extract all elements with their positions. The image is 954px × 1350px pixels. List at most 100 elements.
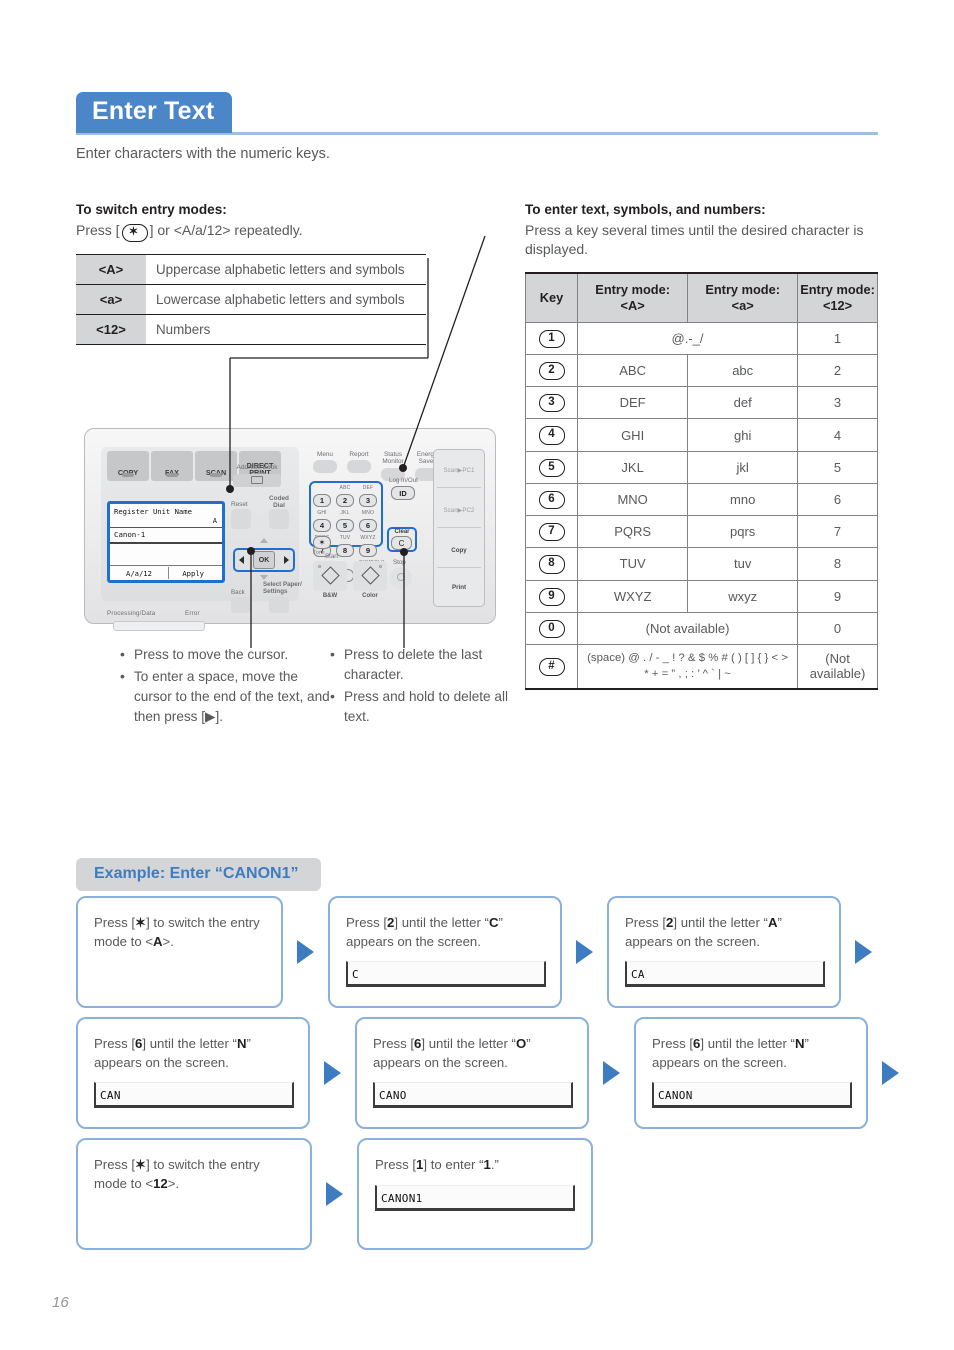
back-button[interactable] xyxy=(231,597,251,613)
control-panel-illustration: COPY FAX SCAN DIRECT PRINT Register Unit… xyxy=(84,414,496,631)
report-button[interactable] xyxy=(347,460,371,474)
scan-pc2-button[interactable]: Scan▶PC2 xyxy=(437,507,481,514)
table-row: 4 GHI ghi 4 xyxy=(525,418,878,452)
mode-tab-copy[interactable]: COPY xyxy=(107,451,149,481)
num-cell: 6 xyxy=(797,482,878,517)
function-button-row: Menu Report Status Monitor Energy Saver xyxy=(313,451,439,481)
num-cell: 8 xyxy=(797,547,878,581)
key-table-head: Key Entry mode: <A> Entry mode: <a> Entry … xyxy=(525,271,878,323)
numpad-key-5[interactable]: 5 xyxy=(336,519,354,532)
numpad-key-3[interactable]: 3 xyxy=(359,494,377,507)
arrow-right-icon[interactable] xyxy=(284,556,289,564)
col-key-l1: Key xyxy=(539,289,564,305)
back-label: Back xyxy=(231,589,245,596)
address-book-label: Address Book xyxy=(236,464,278,471)
numpad-key-star[interactable]: ✶ xyxy=(313,536,331,549)
table-row: <a> Lowercase alphabetic letters and sym… xyxy=(76,284,426,316)
key-1-letters xyxy=(313,485,331,491)
lcd-softkey-left: A/a/12 xyxy=(126,569,152,578)
numpad-key-9[interactable]: 9 xyxy=(359,544,377,557)
lcd-softkey-right: Apply xyxy=(182,569,204,578)
key-cell: 5 xyxy=(525,450,578,484)
example-heading: Example: Enter “CANON1” xyxy=(76,858,321,891)
upper-cell: ABC xyxy=(576,353,689,388)
lower-cell: tuv xyxy=(687,547,799,581)
key-4-letters: GHI xyxy=(317,510,327,516)
error-label: Error xyxy=(185,610,200,617)
arrow-down-icon[interactable] xyxy=(260,575,268,580)
menu-button-group[interactable]: Menu xyxy=(313,451,337,481)
reset-button[interactable] xyxy=(231,509,251,529)
arrow-left-icon[interactable] xyxy=(239,556,244,564)
lower-cell: def xyxy=(687,386,799,420)
numpad-letters-row: ABC DEF xyxy=(313,485,377,491)
stop-button[interactable] xyxy=(390,567,412,589)
lower-cell: jkl xyxy=(687,450,799,484)
upper-lower-cell: @.-_/ xyxy=(576,321,799,355)
menu-button[interactable] xyxy=(313,460,337,474)
key-6-icon: 6 xyxy=(538,490,565,510)
led-indicator xyxy=(166,473,178,477)
report-button-group[interactable]: Report xyxy=(347,451,371,481)
enter-text-symbols-section: To enter text, symbols, and numbers: Pre… xyxy=(525,202,878,690)
intro-text: Enter characters with the numeric keys. xyxy=(76,146,330,162)
address-book-button[interactable] xyxy=(233,474,281,487)
arrow-right-icon xyxy=(603,1061,620,1085)
key-table-body: 1 @.-_/ 1 2 ABC abc 2 3 DEF def 3 4 GHI … xyxy=(525,321,878,690)
start-bw-button[interactable] xyxy=(313,561,347,591)
example-step-2: Press [2] until the letter “C” appears o… xyxy=(328,896,562,1008)
navigation-pad[interactable]: OK xyxy=(233,534,295,582)
start-color-button[interactable] xyxy=(353,561,387,591)
lcd-mode-indicator: A xyxy=(212,517,217,525)
lower-cell: abc xyxy=(687,353,799,388)
mode-desc: Lowercase alphabetic letters and symbols xyxy=(146,284,426,316)
scan-pc1-button[interactable]: Scan▶PC1 xyxy=(437,467,481,474)
table-row: # (space) @ . / - _ ! ? & $ % # ( ) [ ] … xyxy=(525,643,878,690)
key-cell: 0 xyxy=(525,611,578,645)
numpad-key-1[interactable]: 1 xyxy=(313,494,331,507)
step-text: Press [✶] to switch the entry mode to <A… xyxy=(94,915,260,949)
example-row-2: Press [6] until the letter “N” appears o… xyxy=(76,1017,899,1129)
right-section-heading: To enter text, symbols, and numbers: xyxy=(525,202,766,217)
book-icon xyxy=(251,476,263,484)
step-text: Press [1] to enter “1.” xyxy=(375,1157,499,1172)
key-8-icon: 8 xyxy=(538,555,565,574)
coded-dial-button[interactable] xyxy=(269,509,289,529)
example-step-1: Press [✶] to switch the entry mode to <A… xyxy=(76,896,283,1008)
clear-notes: Press to delete the last character. Pres… xyxy=(330,644,520,729)
col-lower-l1: Entry mode: xyxy=(705,281,780,297)
key-hash-icon: # xyxy=(538,657,565,677)
col-lower: Entry mode: <a> xyxy=(687,271,799,323)
clear-button[interactable]: C xyxy=(391,536,412,550)
numpad-key-6[interactable]: 6 xyxy=(359,519,377,532)
arrow-right-icon xyxy=(326,1182,343,1206)
mode-tab-scan[interactable]: SCAN xyxy=(195,451,237,481)
numpad-key-2[interactable]: 2 xyxy=(336,494,354,507)
col-num-l2: <12> xyxy=(822,297,853,313)
mode-tab-fax[interactable]: FAX xyxy=(151,451,193,481)
table-row: 1 @.-_/ 1 xyxy=(525,321,878,355)
arrow-up-icon[interactable] xyxy=(260,538,268,543)
page-title-block: Enter Text xyxy=(76,92,878,135)
col-upper-l1: Entry mode: xyxy=(595,281,670,297)
start-color-label: Color xyxy=(362,593,378,599)
num-cell: 5 xyxy=(797,450,878,484)
table-row: 5 JKL jkl 5 xyxy=(525,450,878,484)
table-row: 3 DEF def 3 xyxy=(525,386,878,420)
status-strip xyxy=(113,621,205,631)
step-screen: CANON1 xyxy=(375,1184,575,1211)
clear-label: Clear xyxy=(394,529,410,535)
col-num: Entry mode: <12> xyxy=(797,271,878,323)
led-indicator xyxy=(122,473,134,477)
id-button[interactable]: ID xyxy=(391,486,415,500)
select-paper-button[interactable] xyxy=(269,597,289,613)
numpad-key-8[interactable]: 8 xyxy=(336,544,354,557)
print-shortcut-button[interactable]: Print xyxy=(437,584,481,591)
press-suffix: ] or <A/a/12> repeatedly. xyxy=(149,222,303,238)
processing-data-label: Processing/Data xyxy=(107,610,156,617)
numpad-row-2: 4 5 6 xyxy=(313,519,377,532)
ok-button[interactable]: OK xyxy=(253,551,275,569)
copy-shortcut-button[interactable]: Copy xyxy=(437,547,481,554)
mode-desc: Uppercase alphabetic letters and symbols xyxy=(146,254,426,286)
numpad-key-4[interactable]: 4 xyxy=(313,519,331,532)
